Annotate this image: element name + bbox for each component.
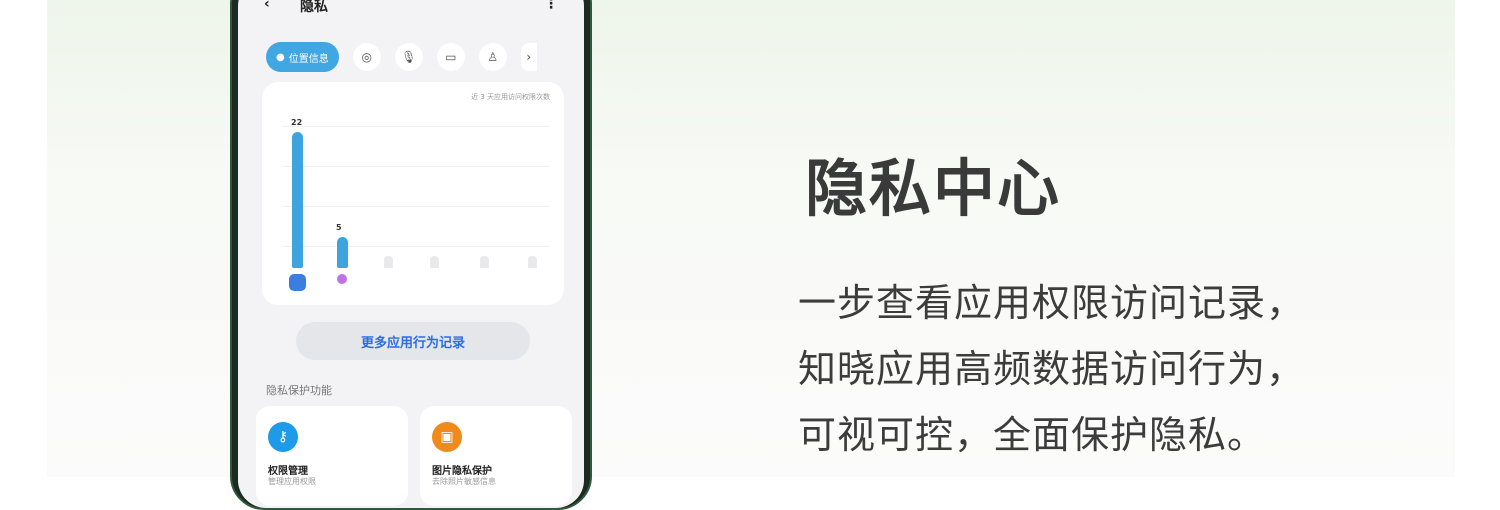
chip-location[interactable]: ● 位置信息 bbox=[266, 42, 339, 72]
app-icon bbox=[337, 274, 347, 284]
feature-card-permissions[interactable]: ⚷ 权限管理 管理应用权限 bbox=[256, 406, 408, 506]
more-app-records-button[interactable]: 更多应用行为记录 bbox=[296, 322, 530, 360]
photo-icon: ▣ bbox=[432, 422, 462, 452]
promo-line: 一步查看应用权限访问记录， bbox=[798, 281, 1306, 325]
chevron-right-icon[interactable]: › bbox=[520, 43, 537, 71]
feature-name: 图片隐私保护 bbox=[432, 466, 492, 477]
chip-label: 位置信息 bbox=[288, 53, 329, 65]
top-bar: ‹ 隐私 ⋮ bbox=[238, 0, 584, 16]
gridline bbox=[282, 246, 550, 247]
bar-value-label: 5 bbox=[336, 223, 342, 233]
page-title: 隐私 bbox=[300, 0, 328, 15]
promo-heading: 隐私中心 bbox=[805, 152, 1062, 225]
promo-line: 知晓应用高频数据访问行为， bbox=[798, 347, 1306, 391]
phone-screen: ‹ 隐私 ⋮ ● 位置信息 ◎ 🎙︎ ▭ ♙ › 近 3 天应用访问权限次数 22… bbox=[238, 0, 584, 508]
microphone-icon[interactable]: 🎙︎ bbox=[394, 43, 423, 71]
bar-placeholder bbox=[480, 256, 489, 268]
feature-sub: 去除照片敏感信息 bbox=[432, 477, 496, 486]
promo-description: 一步查看应用权限访问记录， 知晓应用高频数据访问行为， 可视可控，全面保护隐私。 bbox=[798, 270, 1305, 468]
section-title: 隐私保护功能 bbox=[266, 384, 332, 397]
bar-value-label: 22 bbox=[291, 118, 303, 128]
bar[interactable] bbox=[337, 237, 348, 268]
promo-line: 可视可控，全面保护隐私。 bbox=[798, 413, 1267, 457]
bar-placeholder bbox=[430, 256, 439, 268]
gridline bbox=[282, 126, 550, 127]
camera-icon[interactable]: ◎ bbox=[352, 43, 381, 71]
back-icon[interactable]: ‹ bbox=[264, 0, 270, 12]
contacts-icon[interactable]: ♙ bbox=[478, 43, 507, 71]
app-icon bbox=[289, 274, 306, 291]
folder-icon[interactable]: ▭ bbox=[436, 43, 465, 71]
phone-mockup: ‹ 隐私 ⋮ ● 位置信息 ◎ 🎙︎ ▭ ♙ › 近 3 天应用访问权限次数 22… bbox=[230, 0, 592, 510]
feature-card-photo-privacy[interactable]: ▣ 图片隐私保护 去除照片敏感信息 bbox=[420, 406, 572, 506]
access-chart-card: 近 3 天应用访问权限次数 22 5 bbox=[262, 82, 564, 305]
permission-chips: ● 位置信息 ◎ 🎙︎ ▭ ♙ › bbox=[266, 42, 584, 72]
feature-sub: 管理应用权限 bbox=[268, 477, 316, 486]
more-icon[interactable]: ⋮ bbox=[544, 0, 558, 12]
gridline bbox=[282, 166, 550, 167]
gridline bbox=[282, 206, 550, 207]
location-pin-icon: ● bbox=[276, 51, 285, 63]
bar-placeholder bbox=[528, 256, 537, 268]
bar[interactable] bbox=[292, 132, 303, 268]
chart-caption: 近 3 天应用访问权限次数 bbox=[471, 93, 550, 101]
bar-placeholder bbox=[384, 256, 393, 268]
feature-name: 权限管理 bbox=[268, 466, 308, 477]
key-icon: ⚷ bbox=[268, 422, 298, 452]
